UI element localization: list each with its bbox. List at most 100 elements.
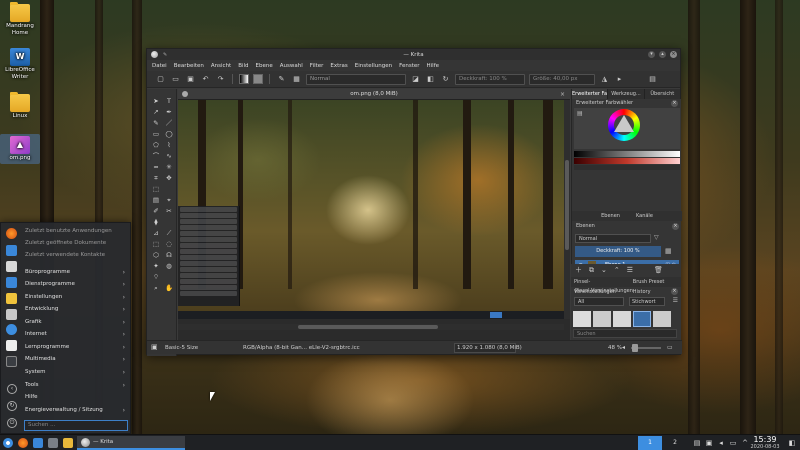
panel-close-icon[interactable]: ×: [671, 100, 678, 107]
zoom-slider-knob[interactable]: [632, 344, 638, 352]
menu-category-development[interactable]: Entwicklung ›: [25, 304, 129, 315]
menu-category-internet[interactable]: Internet ›: [25, 329, 129, 340]
window-titlebar[interactable]: ✎ — Krita ▾ ▴ ×: [147, 49, 680, 60]
workspace-icon[interactable]: ▤: [647, 74, 658, 85]
menu-einstellungen[interactable]: Einstellungen: [355, 63, 392, 69]
pager-desktop-2[interactable]: 2: [663, 436, 687, 450]
launcher-search-input[interactable]: Suchen ...: [24, 420, 128, 431]
preset-menu-icon[interactable]: ☰: [673, 297, 678, 304]
rotate-icon[interactable]: ▭: [667, 344, 673, 351]
back-icon[interactable]: ‹: [7, 384, 17, 394]
transform-tool-icon[interactable]: ⬚: [151, 185, 161, 194]
mirror-icon[interactable]: ◮: [599, 74, 610, 85]
volume-icon[interactable]: ◂: [717, 439, 725, 447]
line-tool-icon[interactable]: ／: [164, 119, 174, 128]
red-gradient-bar[interactable]: [574, 158, 680, 164]
preset-5[interactable]: [653, 311, 671, 327]
panel-close-icon[interactable]: ×: [671, 288, 678, 295]
clock[interactable]: 15:39 2020-08-03: [750, 435, 780, 450]
menu-category-tools[interactable]: Tools ›: [25, 380, 129, 391]
zoom-out-icon[interactable]: ◂: [622, 344, 625, 351]
polygon-select-icon[interactable]: ⬡: [151, 251, 161, 260]
app-icon-blue[interactable]: [6, 245, 17, 256]
panel-close-icon[interactable]: ×: [672, 223, 679, 230]
color-triangle[interactable]: [614, 115, 634, 132]
firefox-icon[interactable]: [18, 438, 28, 448]
preset-4-selected[interactable]: [633, 311, 651, 327]
calligraphy-icon[interactable]: ✒: [164, 108, 174, 117]
vertical-scrollbar[interactable]: [564, 100, 570, 319]
menu-category-system[interactable]: System ›: [25, 367, 129, 378]
system-settings-icon[interactable]: [48, 438, 58, 448]
app-icon-gray[interactable]: [6, 309, 17, 320]
menu-auswahl[interactable]: Auswahl: [280, 63, 303, 69]
app-icon-document[interactable]: [6, 340, 17, 351]
show-desktop-icon[interactable]: ◧: [787, 439, 797, 447]
horizontal-scrollbar[interactable]: [178, 324, 564, 330]
pager-desktop-1[interactable]: 1: [638, 436, 662, 450]
layer-opacity-slider[interactable]: Deckkraft: 100 %: [575, 246, 661, 257]
menu-category-power-session[interactable]: Energieverwaltung / Sitzung ›: [25, 405, 129, 416]
menu-category-multimedia[interactable]: Multimedia ›: [25, 354, 129, 365]
layer-menu-icon[interactable]: ☰: [627, 266, 633, 274]
desktop-icon-om-png[interactable]: ▲ om.png: [0, 134, 40, 164]
preset-search-input[interactable]: Suchen: [573, 329, 677, 338]
reload-preset-icon[interactable]: ↻: [440, 74, 451, 85]
tray-expand-icon[interactable]: ^: [741, 439, 749, 447]
gray-gradient-bar[interactable]: [574, 151, 680, 157]
menu-item-help[interactable]: Hilfe: [25, 392, 129, 403]
select-shape-icon[interactable]: ➤: [151, 97, 161, 106]
multibrush-icon[interactable]: ✳: [164, 163, 174, 172]
krita-window[interactable]: ✎ — Krita ▾ ▴ × Datei Bearbeiten Ansicht…: [146, 48, 682, 356]
smart-patch-icon[interactable]: ✂: [164, 207, 174, 216]
ellipse-select-icon[interactable]: ◌: [164, 240, 174, 249]
undo-icon[interactable]: ↶: [200, 74, 211, 85]
preset-3[interactable]: [613, 311, 631, 327]
color-selector[interactable]: ▤: [574, 108, 680, 149]
brush-preset-icon[interactable]: ✎: [276, 74, 287, 85]
gradient-swatch[interactable]: [239, 74, 249, 84]
crop-tool-icon[interactable]: ⌗: [151, 174, 161, 183]
close-document-icon[interactable]: ×: [560, 89, 565, 100]
network-icon[interactable]: ▭: [729, 439, 737, 447]
menu-category-office[interactable]: Büroprogramme ›: [25, 267, 129, 278]
menu-filter[interactable]: Filter: [310, 63, 324, 69]
polygon-tool-icon[interactable]: ⬠: [151, 141, 161, 150]
tab-preset-history[interactable]: Brush Preset History: [633, 277, 681, 295]
menu-category-utilities[interactable]: Dienstprogramme ›: [25, 279, 129, 290]
text-tool-icon[interactable]: T: [164, 97, 174, 106]
settings-app-icon[interactable]: [6, 324, 17, 335]
menu-ebene[interactable]: Ebene: [256, 63, 273, 69]
menu-category-graphics[interactable]: Grafik ›: [25, 317, 129, 328]
desktop-icon-linux[interactable]: Linux: [0, 92, 40, 120]
rect-select-icon[interactable]: ⬚: [151, 240, 161, 249]
clipboard-icon[interactable]: ▤: [693, 439, 701, 447]
pan-tool-icon[interactable]: ✋: [164, 284, 174, 293]
dynamic-brush-icon[interactable]: ≈: [151, 163, 161, 172]
eraser-icon[interactable]: ◪: [410, 74, 421, 85]
tab-brush-presets[interactable]: Pinsel-Voreinstellungen: [574, 277, 629, 295]
move-up-icon[interactable]: ⌃: [614, 266, 620, 274]
color-picker-icon[interactable]: ⌖: [164, 196, 174, 205]
app-icon-yellow[interactable]: [6, 293, 17, 304]
minimize-icon[interactable]: ▾: [648, 51, 655, 58]
desktop-icon-writer[interactable]: W LibreOffice Writer: [0, 48, 40, 81]
tab-tool-options[interactable]: Werkzeug...: [608, 89, 645, 99]
document-tab[interactable]: om.png (8,0 MiB) ×: [178, 89, 570, 100]
preset-2[interactable]: [593, 311, 611, 327]
contiguous-select-icon[interactable]: ✦: [151, 262, 161, 271]
rectangle-tool-icon[interactable]: ▭: [151, 130, 161, 139]
pattern-swatch[interactable]: [253, 74, 263, 84]
menu-hilfe[interactable]: Hilfe: [427, 63, 440, 69]
similar-select-icon[interactable]: ◍: [164, 262, 174, 271]
tab-overview[interactable]: Übersicht: [644, 89, 681, 99]
menu-extras[interactable]: Extras: [330, 63, 347, 69]
save-icon[interactable]: ▣: [185, 74, 196, 85]
taskbar-task-krita[interactable]: — Krita: [77, 436, 185, 450]
menu-recent-docs[interactable]: Zuletzt geöffnete Dokumente: [25, 238, 129, 249]
zoom-tool-icon[interactable]: ⌕: [151, 284, 161, 293]
launcher-icon[interactable]: [3, 438, 13, 448]
menu-category-settings[interactable]: Einstellungen ›: [25, 292, 129, 303]
opacity-spinbox[interactable]: Deckkraft: 100 %: [455, 73, 525, 85]
desktop-icon-home[interactable]: Mandrang Home: [0, 2, 40, 37]
